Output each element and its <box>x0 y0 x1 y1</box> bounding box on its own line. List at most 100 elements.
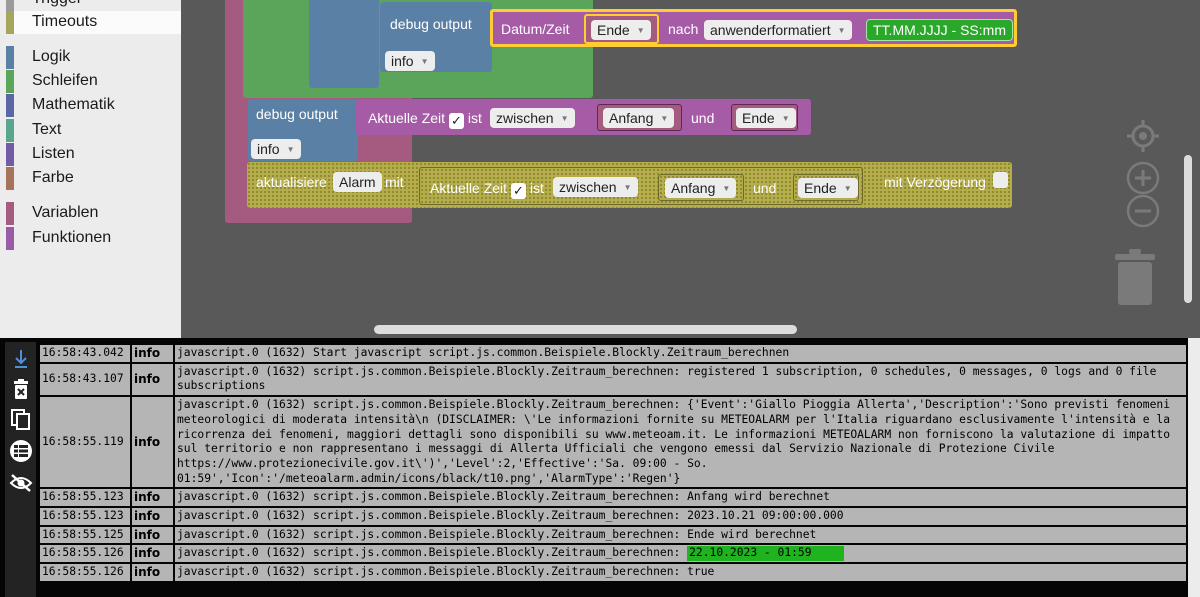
current-time-text: Aktuelle Zeit <box>368 110 446 126</box>
toolbox-category-trigger[interactable]: Trigger <box>6 0 181 11</box>
mit-label: mit <box>385 174 404 190</box>
toolbox-category-mathematik[interactable]: Mathematik <box>6 94 181 117</box>
nach-label: nach <box>668 21 699 37</box>
log-message: javascript.0 (1632) script.js.common.Bei… <box>173 524 1188 546</box>
scroll-to-bottom-button[interactable] <box>5 344 36 374</box>
log-level: info <box>130 361 175 398</box>
toolbox-category-variablen[interactable]: Variablen <box>6 202 181 225</box>
variable-dropdown-anfang[interactable]: Anfang ▼ <box>665 178 737 198</box>
variable-dropdown-ende[interactable]: Ende ▼ <box>591 20 651 40</box>
category-color-stripe <box>6 70 14 93</box>
toolbox-category-schleifen[interactable]: Schleifen <box>6 70 181 93</box>
log-time: 16:58:55.119 <box>38 395 132 490</box>
log-level: info <box>130 395 175 490</box>
copy-log-button[interactable] <box>5 405 36 435</box>
category-color-stripe <box>6 11 14 34</box>
format-mode-dropdown[interactable]: anwenderformatiert ▼ <box>704 20 852 40</box>
log-row: 16:58:55.119 info javascript.0 (1632) sc… <box>38 395 1188 490</box>
dropdown-arrow-icon: ▼ <box>636 26 645 35</box>
trash-icon[interactable] <box>1114 248 1156 306</box>
arrow-down-icon <box>14 350 27 368</box>
compare-dropdown[interactable]: zwischen ▼ <box>490 108 575 128</box>
debug-output-label: debug output <box>256 106 338 122</box>
checkbox-checked[interactable]: ✓ <box>448 113 464 129</box>
log-message: javascript.0 (1632) script.js.common.Bei… <box>173 395 1188 490</box>
log-row: 16:58:55.125 info javascript.0 (1632) sc… <box>38 524 1188 546</box>
category-color-stripe <box>6 167 14 190</box>
toolbox-category-timeouts[interactable]: Timeouts <box>6 11 181 34</box>
toolbox-category-listen[interactable]: Listen <box>6 143 181 166</box>
log-toolbar <box>5 342 36 597</box>
variable-dropdown-ende[interactable]: Ende ▼ <box>736 108 796 128</box>
horizontal-scrollbar[interactable] <box>374 325 797 334</box>
dropdown-arrow-icon: ▼ <box>420 57 429 66</box>
log-message-text: javascript.0 (1632) script.js.common.Bei… <box>177 546 688 560</box>
category-color-stripe <box>6 143 14 166</box>
debug-output-label: debug output <box>390 16 472 32</box>
dropdown-arrow-icon: ▼ <box>560 114 569 123</box>
blockly-workspace[interactable]: debug output info ▼ Datum/Zeit Ende ▼ nach… <box>181 0 1200 338</box>
log-level: info <box>130 562 175 583</box>
dropdown-arrow-icon: ▼ <box>781 114 790 123</box>
log-time: 16:58:55.125 <box>38 524 132 546</box>
hide-log-button[interactable] <box>5 468 36 498</box>
log-level: info <box>130 487 175 509</box>
log-message: javascript.0 (1632) script.js.common.Bei… <box>173 562 1188 583</box>
category-color-stripe <box>6 94 14 117</box>
zoom-in-icon[interactable] <box>1125 160 1161 196</box>
logic-block-frame[interactable] <box>309 0 379 88</box>
log-message: javascript.0 (1632) script.js.common.Bei… <box>173 361 1188 398</box>
variable-dropdown-anfang[interactable]: Anfang ▼ <box>603 108 675 128</box>
log-table: 16:58:43.042 info javascript.0 (1632) St… <box>38 343 1188 583</box>
toggle-table-button[interactable] <box>5 436 36 466</box>
log-time: 16:58:55.126 <box>38 543 132 565</box>
category-label: Farbe <box>32 169 74 186</box>
current-time-text: Aktuelle Zeit <box>430 180 508 196</box>
zoom-out-icon[interactable] <box>1125 193 1161 229</box>
log-message: javascript.0 (1632) script.js.common.Bei… <box>173 487 1188 509</box>
variable-value: Anfang <box>609 110 654 126</box>
log-row: 16:58:43.107 info javascript.0 (1632) sc… <box>38 361 1188 398</box>
log-level-value: info <box>391 53 414 69</box>
datetime-label: Datum/Zeit <box>501 21 570 37</box>
category-label: Mathematik <box>32 96 115 113</box>
blockly-toolbox: Trigger Timeouts Logik Schleifen Mathema… <box>0 0 181 338</box>
variable-dropdown-ende[interactable]: Ende ▼ <box>798 178 858 198</box>
und-label: und <box>753 180 777 196</box>
category-color-stripe <box>6 227 14 250</box>
highlighted-date-result: 22.10.2023 - 01:59 <box>687 546 844 562</box>
variable-value: Ende <box>804 180 837 196</box>
log-row: 16:58:55.123 info javascript.0 (1632) sc… <box>38 487 1188 509</box>
current-time-label: Aktuelle Zeit ✓ ist <box>430 180 544 199</box>
toolbox-category-logik[interactable]: Logik <box>6 46 181 69</box>
clear-log-button[interactable] <box>5 374 36 404</box>
category-color-stripe <box>6 46 14 69</box>
category-label: Variablen <box>32 204 99 221</box>
log-row: 16:58:55.126 info javascript.0 (1632) sc… <box>38 562 1188 583</box>
delete-icon <box>13 379 28 399</box>
log-time: 16:58:43.042 <box>38 343 132 364</box>
delay-checkbox[interactable] <box>993 172 1008 188</box>
log-message: javascript.0 (1632) script.js.common.Bei… <box>173 506 1188 527</box>
category-color-stripe <box>6 202 14 225</box>
format-string-field[interactable]: TT.MM.JJJJ - SS:mm <box>866 19 1013 41</box>
checkbox-checked[interactable]: ✓ <box>510 183 526 199</box>
dropdown-arrow-icon: ▼ <box>623 183 632 192</box>
format-mode-value: anwenderformatiert <box>710 22 831 38</box>
window-edge <box>1188 338 1200 597</box>
dropdown-arrow-icon: ▼ <box>837 26 846 35</box>
recenter-icon[interactable] <box>1125 118 1161 154</box>
log-time: 16:58:55.126 <box>38 562 132 583</box>
log-row: 16:58:55.123 info javascript.0 (1632) sc… <box>38 506 1188 527</box>
compare-dropdown[interactable]: zwischen ▼ <box>553 177 638 197</box>
toolbox-category-text[interactable]: Text <box>6 119 181 142</box>
variable-value: Ende <box>742 110 775 126</box>
update-label: aktualisiere <box>256 174 327 190</box>
toolbox-category-farbe[interactable]: Farbe <box>6 167 181 190</box>
category-label: Listen <box>32 145 75 162</box>
toolbox-category-funktionen[interactable]: Funktionen <box>6 227 181 250</box>
log-level-dropdown[interactable]: info ▼ <box>251 139 301 159</box>
log-level-dropdown[interactable]: info ▼ <box>385 51 435 71</box>
state-field-alarm[interactable]: Alarm <box>333 172 382 192</box>
vertical-scrollbar[interactable] <box>1184 155 1192 303</box>
